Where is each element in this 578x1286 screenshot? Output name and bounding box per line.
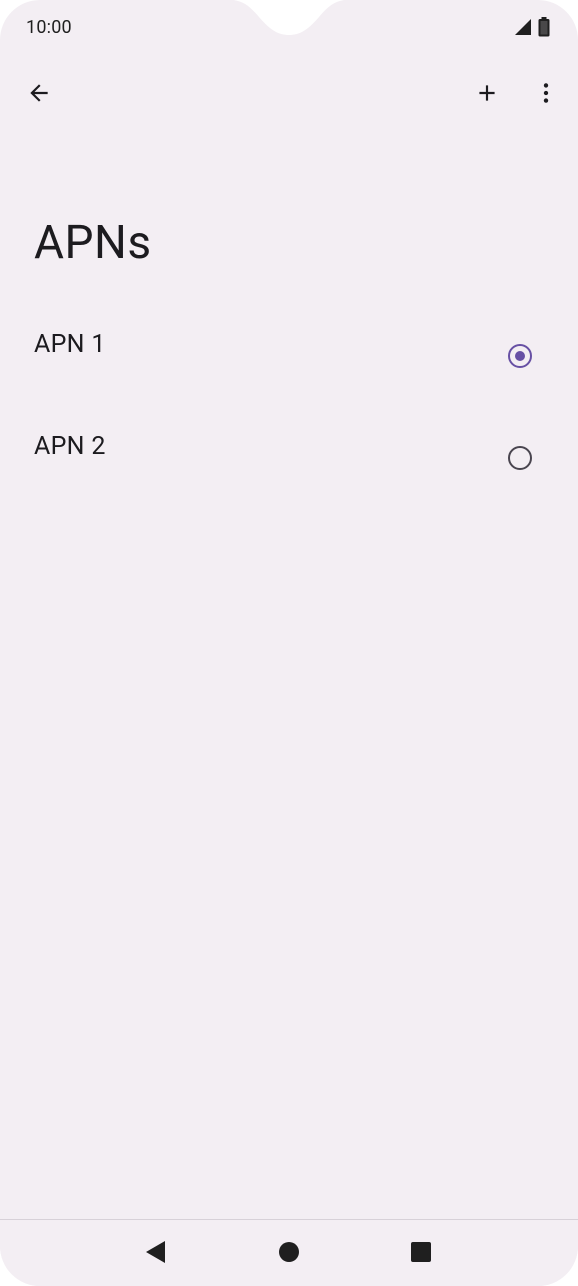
back-button[interactable] [15, 71, 63, 119]
status-icons [514, 17, 550, 41]
back-triangle-icon [145, 1240, 167, 1268]
recents-square-icon [410, 1241, 432, 1267]
arrow-left-icon [26, 80, 52, 110]
apn-label: APN 1 [34, 330, 106, 359]
status-bar: 10:00 [0, 0, 578, 56]
nav-home-button[interactable] [271, 1236, 307, 1272]
add-apn-button[interactable] [463, 71, 511, 119]
apn-list-item[interactable]: APN 1 [0, 306, 578, 408]
apn-label: APN 2 [34, 432, 106, 461]
home-circle-icon [278, 1241, 300, 1267]
apn-list-item[interactable]: APN 2 [0, 408, 578, 510]
app-bar [0, 64, 578, 128]
status-time: 10:00 [26, 17, 72, 38]
more-options-button[interactable] [522, 71, 570, 119]
system-nav-bar [0, 1219, 578, 1286]
apn-radio-selected[interactable] [508, 344, 532, 368]
signal-icon [514, 18, 532, 40]
plus-icon [474, 80, 500, 110]
more-vertical-icon [533, 80, 559, 110]
page-title: APNs [34, 216, 152, 270]
apn-radio-unselected[interactable] [508, 446, 532, 470]
nav-recents-button[interactable] [403, 1236, 439, 1272]
nav-back-button[interactable] [138, 1236, 174, 1272]
phone-screen: 10:00 APNs APN 1 APN 2 [0, 0, 578, 1286]
battery-icon [538, 17, 550, 41]
apn-list: APN 1 APN 2 [0, 306, 578, 510]
